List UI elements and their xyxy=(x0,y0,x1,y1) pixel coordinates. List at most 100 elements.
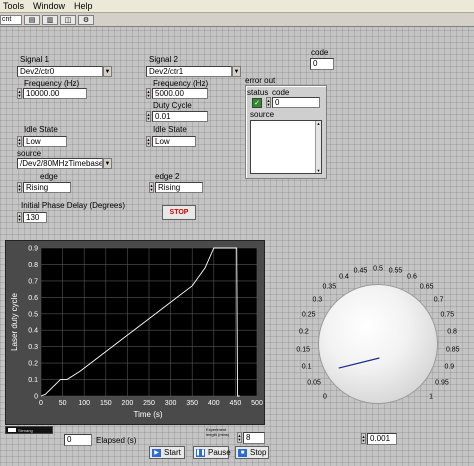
x-tick-label: 350 xyxy=(186,400,198,407)
signal2-frequency-input[interactable]: 5000.00 xyxy=(152,88,208,99)
chevron-down-icon[interactable]: ▼ xyxy=(103,158,112,169)
knob-scale-label: 0.4 xyxy=(339,273,349,281)
stop-run-button[interactable]: ■ Stop xyxy=(235,446,269,459)
spinner-arrows-icon[interactable]: ▲ ▼ xyxy=(266,97,271,108)
menu-item-tools[interactable]: Tools xyxy=(0,1,30,11)
error-out-title: error out xyxy=(245,76,276,85)
menu-bar: Tools Window Help xyxy=(0,0,474,13)
spinner-arrows-icon[interactable]: ▲ ▼ xyxy=(146,88,151,99)
elapsed-label: Elapsed (s) xyxy=(96,436,137,445)
y-tick-label: 0.7 xyxy=(28,278,38,285)
error-out-cluster: status code ✓ ▲ ▼ 0 source ▲ ▼ xyxy=(245,85,327,179)
experiment-length-input[interactable]: 8 xyxy=(243,432,265,444)
spinner-arrows-icon[interactable]: ▲ ▼ xyxy=(237,432,242,443)
spinner-arrows-icon[interactable]: ▲ ▼ xyxy=(17,136,22,147)
signal2-duty-cycle-label: Duty Cycle xyxy=(153,101,192,110)
knob-scale-label: 0.3 xyxy=(312,296,323,304)
error-source-label: source xyxy=(250,110,275,119)
code-indicator: 0 xyxy=(310,58,334,70)
x-tick-label: 100 xyxy=(78,400,90,407)
code-label: code xyxy=(311,48,329,57)
signal2-duty-cycle-input[interactable]: 0.01 xyxy=(152,111,208,122)
signal2-channel-select[interactable]: Dev2/ctr1 ▼ xyxy=(146,66,241,77)
knob-scale-label: 0.15 xyxy=(296,346,311,354)
signal2-idle-state-select[interactable]: Low xyxy=(152,136,196,147)
knob-scale-label: 0.95 xyxy=(435,379,449,387)
align-button[interactable]: ▤ xyxy=(24,14,40,25)
knob-scale-label: 0.2 xyxy=(299,328,309,336)
distribute-button[interactable]: ▥ xyxy=(42,14,58,25)
y-tick-label: 0 xyxy=(34,394,38,401)
spinner-arrows-icon[interactable]: ▲ ▼ xyxy=(146,136,151,147)
plot-legend[interactable]: Slenang xyxy=(5,426,53,434)
pause-button-label: Pause xyxy=(208,448,231,457)
signal1-frequency-input[interactable]: 10000.00 xyxy=(23,88,87,99)
spinner-arrows-icon[interactable]: ▲ ▼ xyxy=(146,111,151,122)
error-status-label: status xyxy=(247,88,269,97)
start-button[interactable]: ▶ Start xyxy=(149,446,185,459)
x-axis-label: Time (s) xyxy=(133,410,162,419)
font-dropdown[interactable]: cnt xyxy=(0,14,22,25)
signal1-title: Signal 1 xyxy=(20,55,49,64)
signal1-channel-value: Dev2/ctr0 xyxy=(17,66,103,77)
error-code-label: code xyxy=(272,88,290,97)
y-axis-label: Laser duty cycle xyxy=(10,293,19,351)
duty-cycle-knob[interactable] xyxy=(318,284,438,404)
signal1-edge-select[interactable]: Rising xyxy=(23,182,71,193)
pause-icon: ❚❚ xyxy=(195,448,206,457)
signal2-edge-select[interactable]: Rising xyxy=(155,182,203,193)
knob-scale-label: 0.35 xyxy=(322,283,337,291)
signal2-title: Signal 2 xyxy=(149,55,178,64)
spinner-arrows-icon[interactable]: ▲ ▼ xyxy=(17,212,22,223)
x-tick-label: 0 xyxy=(39,400,43,407)
scroll-up-icon[interactable]: ▲ xyxy=(316,121,321,126)
signal1-channel-select[interactable]: Dev2/ctr0 ▼ xyxy=(17,66,112,77)
stop-icon: ■ xyxy=(238,448,247,457)
legend-line-icon xyxy=(8,428,16,432)
menu-item-window[interactable]: Window xyxy=(30,1,71,11)
signal1-idle-state-label: Idle State xyxy=(24,125,58,134)
y-tick-label: 0.1 xyxy=(28,377,38,384)
x-tick-label: 450 xyxy=(230,400,242,407)
knob-scale-label: 0.45 xyxy=(353,267,368,275)
knob-scale-label: 0.25 xyxy=(301,311,316,319)
spinner-arrows-icon[interactable]: ▲ ▼ xyxy=(17,88,22,99)
knob-scale-label: 0.55 xyxy=(388,267,403,275)
resize-icon: ◫ xyxy=(64,16,72,24)
signal1-source-select[interactable]: /Dev2/80MHzTimebase ▼ xyxy=(17,158,112,169)
x-tick-label: 250 xyxy=(143,400,155,407)
scroll-down-icon[interactable]: ▼ xyxy=(316,168,321,173)
stop-button[interactable]: STOP xyxy=(162,205,196,220)
chevron-down-icon[interactable]: ▼ xyxy=(103,66,112,77)
elapsed-indicator: 0 xyxy=(64,434,92,446)
resize-button[interactable]: ◫ xyxy=(60,14,76,25)
knob-scale-label: 1 xyxy=(429,393,433,401)
error-code-value: 0 xyxy=(272,97,320,108)
knob-scale-label: 0.75 xyxy=(440,311,455,319)
start-button-label: Start xyxy=(164,448,181,457)
pause-button[interactable]: ❚❚ Pause xyxy=(193,446,231,459)
signal2-idle-state-label: Idle State xyxy=(153,125,187,134)
x-tick-label: 150 xyxy=(100,400,112,407)
signal1-phase-input[interactable]: 130 xyxy=(23,212,47,223)
legend-label: Slenang xyxy=(18,427,33,433)
signal2-frequency-label: Frequency (Hz) xyxy=(153,79,209,88)
chevron-down-icon[interactable]: ▼ xyxy=(232,66,241,77)
x-tick-label: 50 xyxy=(59,400,67,407)
signal1-source-label: source xyxy=(17,149,42,158)
knob-value-input[interactable]: 0.001 xyxy=(367,433,397,445)
reorder-button[interactable]: ⚙ xyxy=(78,14,94,25)
error-source-text: ▲ ▼ xyxy=(250,120,322,174)
source-scrollbar[interactable]: ▲ ▼ xyxy=(315,121,321,173)
x-tick-label: 400 xyxy=(208,400,220,407)
signal2-edge-label: edge 2 xyxy=(155,172,180,181)
distribute-icon: ▥ xyxy=(46,16,54,24)
spinner-arrows-icon[interactable]: ▲ ▼ xyxy=(149,182,154,193)
experiment-length-label: Experiment length (mins) xyxy=(206,427,230,437)
spinner-arrows-icon[interactable]: ▲ ▼ xyxy=(361,433,366,444)
menu-item-help[interactable]: Help xyxy=(71,1,99,11)
y-tick-label: 0.5 xyxy=(28,311,38,318)
spinner-arrows-icon[interactable]: ▲ ▼ xyxy=(17,182,22,193)
signal1-idle-state-select[interactable]: Low xyxy=(23,136,67,147)
knob-scale-label: 0 xyxy=(323,393,327,401)
